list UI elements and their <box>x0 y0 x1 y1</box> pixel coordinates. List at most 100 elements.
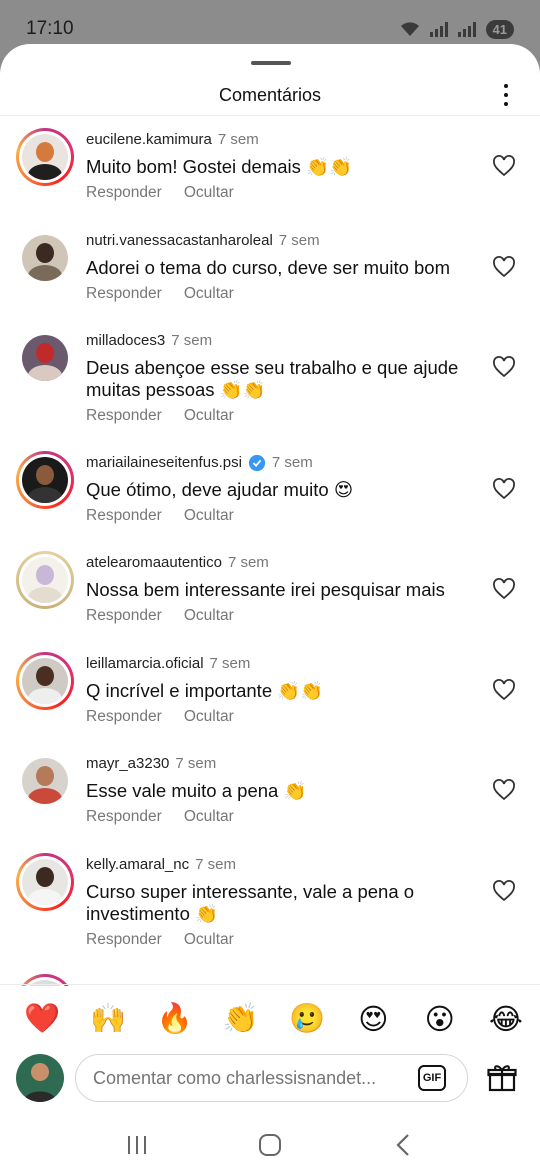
comment-text: Q incrível e importante 👏👏 <box>86 680 324 701</box>
hide-button[interactable]: Ocultar <box>184 607 234 625</box>
comment-item: mayr_a3230 7 sem Esse vale muito a pena 👏… <box>0 740 540 841</box>
emoji-raised-hands[interactable]: 🙌 <box>88 1002 128 1036</box>
emoji-fire[interactable]: 🔥 <box>155 1002 195 1036</box>
hide-button[interactable]: Ocultar <box>184 708 234 726</box>
recent-apps-icon[interactable] <box>117 1125 157 1165</box>
hide-button[interactable]: Ocultar <box>184 808 234 826</box>
comment-time: 7 sem <box>271 454 313 471</box>
avatar <box>22 557 68 603</box>
wifi-icon <box>400 22 419 36</box>
drag-handle[interactable] <box>251 61 291 65</box>
verified-badge-icon <box>248 454 266 472</box>
status-icons: 41 <box>400 19 514 39</box>
avatar <box>22 758 68 804</box>
comment-text: Curso super interessante, vale a pena o … <box>86 881 415 924</box>
avatar <box>22 235 68 281</box>
comment-username[interactable]: mayr_a3230 <box>86 754 169 774</box>
comment-text: Deus abençoe esse seu trabalho e que aju… <box>86 357 459 400</box>
reply-button[interactable]: Responder <box>86 285 162 303</box>
heart-icon[interactable] <box>492 678 516 702</box>
heart-icon[interactable] <box>492 477 516 501</box>
comment-text: Esse vale muito a pena 👏 <box>86 780 307 801</box>
emoji-heart-eyes[interactable]: 😍 <box>353 1002 393 1037</box>
comment-username[interactable]: nutri.vanessacastanharoleal <box>86 231 273 251</box>
emoji-heart[interactable]: ❤️ <box>22 1002 62 1036</box>
emoji-laugh[interactable]: 😂 <box>486 1002 526 1037</box>
comment-item: nutri.vanessacastanharoleal 7 sem Adorei … <box>0 217 540 317</box>
comment-username[interactable]: kelly.amaral_nc <box>86 855 189 875</box>
comment-time: 7 sem <box>175 755 217 772</box>
comment-time: 7 sem <box>171 332 213 349</box>
comment-text: Que ótimo, deve ajudar muito 😍 <box>86 479 354 500</box>
comment-item: leillamarcia.oficial 7 sem Q incrível e i… <box>0 640 540 740</box>
reply-button[interactable]: Responder <box>86 407 162 425</box>
comments-sheet: Comentários eucilene.kamimura 7 sem Muito… <box>0 44 540 1170</box>
comment-username[interactable]: milladoces3 <box>86 331 165 351</box>
signal-icon <box>429 21 448 37</box>
comment-time: 7 sem <box>209 655 251 672</box>
comment-input[interactable] <box>75 1054 468 1102</box>
hide-button[interactable]: Ocultar <box>184 285 234 303</box>
emoji-tear-smile[interactable]: 🥲 <box>287 1002 327 1036</box>
comment-time: 7 sem <box>227 554 269 571</box>
avatar-story-ring[interactable] <box>16 853 74 911</box>
sheet-header: Comentários <box>0 74 540 116</box>
reply-button[interactable]: Responder <box>86 607 162 625</box>
system-nav-bar <box>0 1120 540 1170</box>
heart-icon[interactable] <box>492 255 516 279</box>
gif-button[interactable]: GIF <box>418 1065 446 1091</box>
comment-username[interactable]: eucilene.kamimura <box>86 130 212 150</box>
avatar <box>22 134 68 180</box>
comment-text: Muito bom! Gostei demais 👏👏 <box>86 156 353 177</box>
avatar-frame[interactable] <box>16 752 74 810</box>
avatar-story-ring[interactable] <box>16 652 74 710</box>
comment-item: kelly.amaral_nc 7 sem Curso super interes… <box>0 841 540 962</box>
avatar <box>22 980 68 986</box>
heart-icon[interactable] <box>492 879 516 903</box>
hide-button[interactable]: Ocultar <box>184 507 234 525</box>
reply-button[interactable]: Responder <box>86 931 162 949</box>
heart-icon[interactable] <box>492 154 516 178</box>
avatar-frame[interactable] <box>16 229 74 287</box>
comments-list[interactable]: eucilene.kamimura 7 sem Muito bom! Gostei… <box>0 116 540 986</box>
reply-button[interactable]: Responder <box>86 184 162 202</box>
reply-button[interactable]: Responder <box>86 507 162 525</box>
reply-button[interactable]: Responder <box>86 708 162 726</box>
reply-button[interactable]: Responder <box>86 808 162 826</box>
heart-icon[interactable] <box>492 355 516 379</box>
emoji-surprised[interactable]: 😮 <box>420 1002 460 1037</box>
gift-icon[interactable] <box>486 1062 518 1094</box>
comment-time: 7 sem <box>217 131 259 148</box>
comment-time: 7 sem <box>195 856 236 873</box>
comment-text: Adorei o tema do curso, deve ser muito b… <box>86 257 451 278</box>
avatar-story-ring[interactable] <box>16 551 74 609</box>
hide-button[interactable]: Ocultar <box>184 931 234 949</box>
hide-button[interactable]: Ocultar <box>184 184 234 202</box>
back-icon[interactable] <box>383 1125 423 1165</box>
comment-username[interactable]: leillamarcia.oficial <box>86 654 204 674</box>
avatar <box>22 859 68 905</box>
my-avatar <box>16 1054 64 1102</box>
avatar-story-ring[interactable] <box>16 451 74 509</box>
avatar-story-ring[interactable] <box>16 128 74 186</box>
emoji-quick-bar: ❤️ 🙌 🔥 👏 🥲 😍 😮 😂 <box>22 999 526 1039</box>
avatar <box>22 335 68 381</box>
more-options-icon[interactable] <box>496 80 516 110</box>
comment-item: mariailaineseitenfus.psi 7 sem Que ótimo… <box>0 439 540 539</box>
comment-item: atelearomaautentico 7 sem Nossa bem inter… <box>0 539 540 640</box>
avatar-frame[interactable] <box>16 329 74 387</box>
emoji-divider <box>0 984 540 985</box>
heart-icon[interactable] <box>492 778 516 802</box>
comment-text: Nossa bem interessante irei pesquisar ma… <box>86 579 445 600</box>
comment-username[interactable]: mariailaineseitenfus.psi <box>86 453 242 473</box>
comment-username[interactable]: atelearomaautentico <box>86 553 222 573</box>
heart-icon[interactable] <box>492 577 516 601</box>
battery-indicator: 41 <box>485 19 514 39</box>
home-icon[interactable] <box>250 1125 290 1165</box>
emoji-clap[interactable]: 👏 <box>221 1002 261 1036</box>
signal-icon-2 <box>457 21 476 37</box>
status-time: 17:10 <box>26 18 74 39</box>
comment-item: eucilene.kamimura 7 sem Muito bom! Gostei… <box>0 116 540 217</box>
hide-button[interactable]: Ocultar <box>184 407 234 425</box>
comment-composer: GIF <box>0 1054 540 1102</box>
